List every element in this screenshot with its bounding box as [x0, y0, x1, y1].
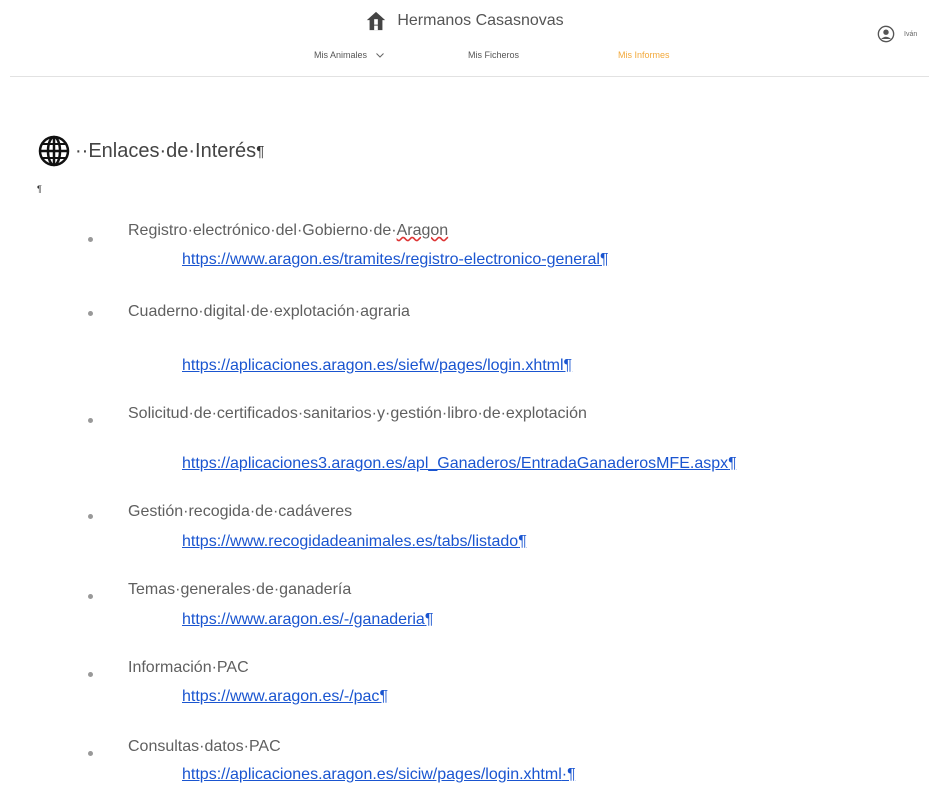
app-title: Hermanos Casasnovas — [397, 12, 564, 29]
nav-mis-ficheros-label: Mis Ficheros — [468, 50, 520, 60]
list-bullet — [88, 751, 93, 756]
link-url[interactable]: https://www.aragon.es/tramites/registro-… — [182, 251, 609, 269]
link-url[interactable]: https://aplicaciones.aragon.es/siefw/pag… — [182, 357, 572, 375]
link-url-text[interactable]: https://aplicaciones3.aragon.es/apl_Gana… — [182, 455, 728, 472]
link-label-text: Gestión·recogida·de·cadáveres — [128, 503, 353, 520]
user-avatar-icon — [877, 25, 895, 43]
misspelled-word: Aragon — [396, 222, 449, 239]
empty-paragraph-mark: ¶ — [37, 184, 42, 194]
link-label: Consultas·datos·PAC — [128, 738, 281, 756]
link-url-text[interactable]: https://aplicaciones.aragon.es/siefw/pag… — [182, 357, 564, 374]
top-header: Hermanos Casasnovas Mis Animales Mis Fic… — [0, 0, 929, 78]
link-label-text: Cuaderno·digital·de·explotación·agraria — [128, 303, 410, 320]
paragraph-mark: ¶ — [728, 455, 737, 472]
link-url-text[interactable]: https://www.aragon.es/-/ganaderia — [182, 611, 425, 628]
list-bullet — [88, 418, 93, 423]
link-label-text: Temas·generales·de·ganadería — [128, 581, 352, 598]
user-menu[interactable]: Iván — [877, 25, 917, 43]
document-heading: ··Enlaces·de·Interés ¶ — [37, 134, 264, 168]
list-bullet — [88, 514, 93, 519]
list-bullet — [88, 672, 93, 677]
list-bullet — [88, 237, 93, 242]
user-name: Iván — [904, 30, 918, 38]
nav-mis-informes[interactable]: Mis Informes — [618, 50, 670, 60]
link-url[interactable]: https://aplicaciones3.aragon.es/apl_Gana… — [182, 455, 737, 473]
link-label: Gestión·recogida·de·cadáveres — [128, 503, 352, 521]
home-icon — [367, 11, 386, 31]
nav-mis-informes-label: Mis Informes — [618, 50, 670, 60]
paragraph-mark: ¶ — [256, 142, 265, 160]
link-label-text: Solicitud·de·certificados·sanitarios·y·g… — [128, 405, 587, 422]
list-bullet — [88, 594, 93, 599]
link-url-text[interactable]: https://www.aragon.es/tramites/registro-… — [182, 251, 600, 268]
link-url[interactable]: https://www.aragon.es/-/pac¶ — [182, 688, 388, 706]
paragraph-mark: ¶ — [379, 688, 389, 705]
paragraph-mark: ¶ — [424, 611, 434, 628]
page-title: ··Enlaces·de·Interés — [75, 139, 257, 162]
link-label: Temas·generales·de·ganadería — [128, 581, 351, 599]
nav-mis-ficheros[interactable]: Mis Ficheros — [468, 50, 519, 60]
brand[interactable]: Hermanos Casasnovas — [0, 10, 929, 32]
link-label: Información·PAC — [128, 659, 249, 677]
link-url[interactable]: https://www.recogidadeanimales.es/tabs/l… — [182, 533, 527, 551]
paragraph-mark: ¶ — [518, 533, 527, 550]
link-label-text: Consultas·datos·PAC — [128, 738, 281, 755]
nav-mis-animales[interactable]: Mis Animales — [314, 50, 384, 60]
link-label: Solicitud·de·certificados·sanitarios·y·g… — [128, 405, 587, 423]
link-url[interactable]: https://www.aragon.es/-/ganaderia¶ — [182, 611, 433, 629]
chevron-down-icon — [375, 53, 384, 58]
link-url-text[interactable]: https://www.aragon.es/-/pac — [182, 688, 379, 705]
link-label: Cuaderno·digital·de·explotación·agraria — [128, 303, 410, 321]
nav-mis-animales-label: Mis Animales — [314, 50, 368, 60]
link-label: Registro·electrónico·del·Gobierno·de·Ara… — [128, 222, 448, 240]
header-divider — [10, 76, 929, 77]
paragraph-mark: ¶ — [599, 251, 609, 268]
link-label-text: Información·PAC — [128, 659, 249, 676]
paragraph-mark: ·¶ — [561, 766, 576, 783]
paragraph-mark: ¶ — [563, 357, 573, 374]
globe-icon — [38, 135, 70, 167]
link-url-text[interactable]: https://www.recogidadeanimales.es/tabs/l… — [182, 533, 518, 550]
link-label-text: Registro·electrónico·del·Gobierno·de· — [128, 222, 397, 239]
link-url-text[interactable]: https://aplicaciones.aragon.es/siciw/pag… — [182, 766, 562, 783]
list-bullet — [88, 311, 93, 316]
link-url[interactable]: https://aplicaciones.aragon.es/siciw/pag… — [182, 766, 576, 784]
